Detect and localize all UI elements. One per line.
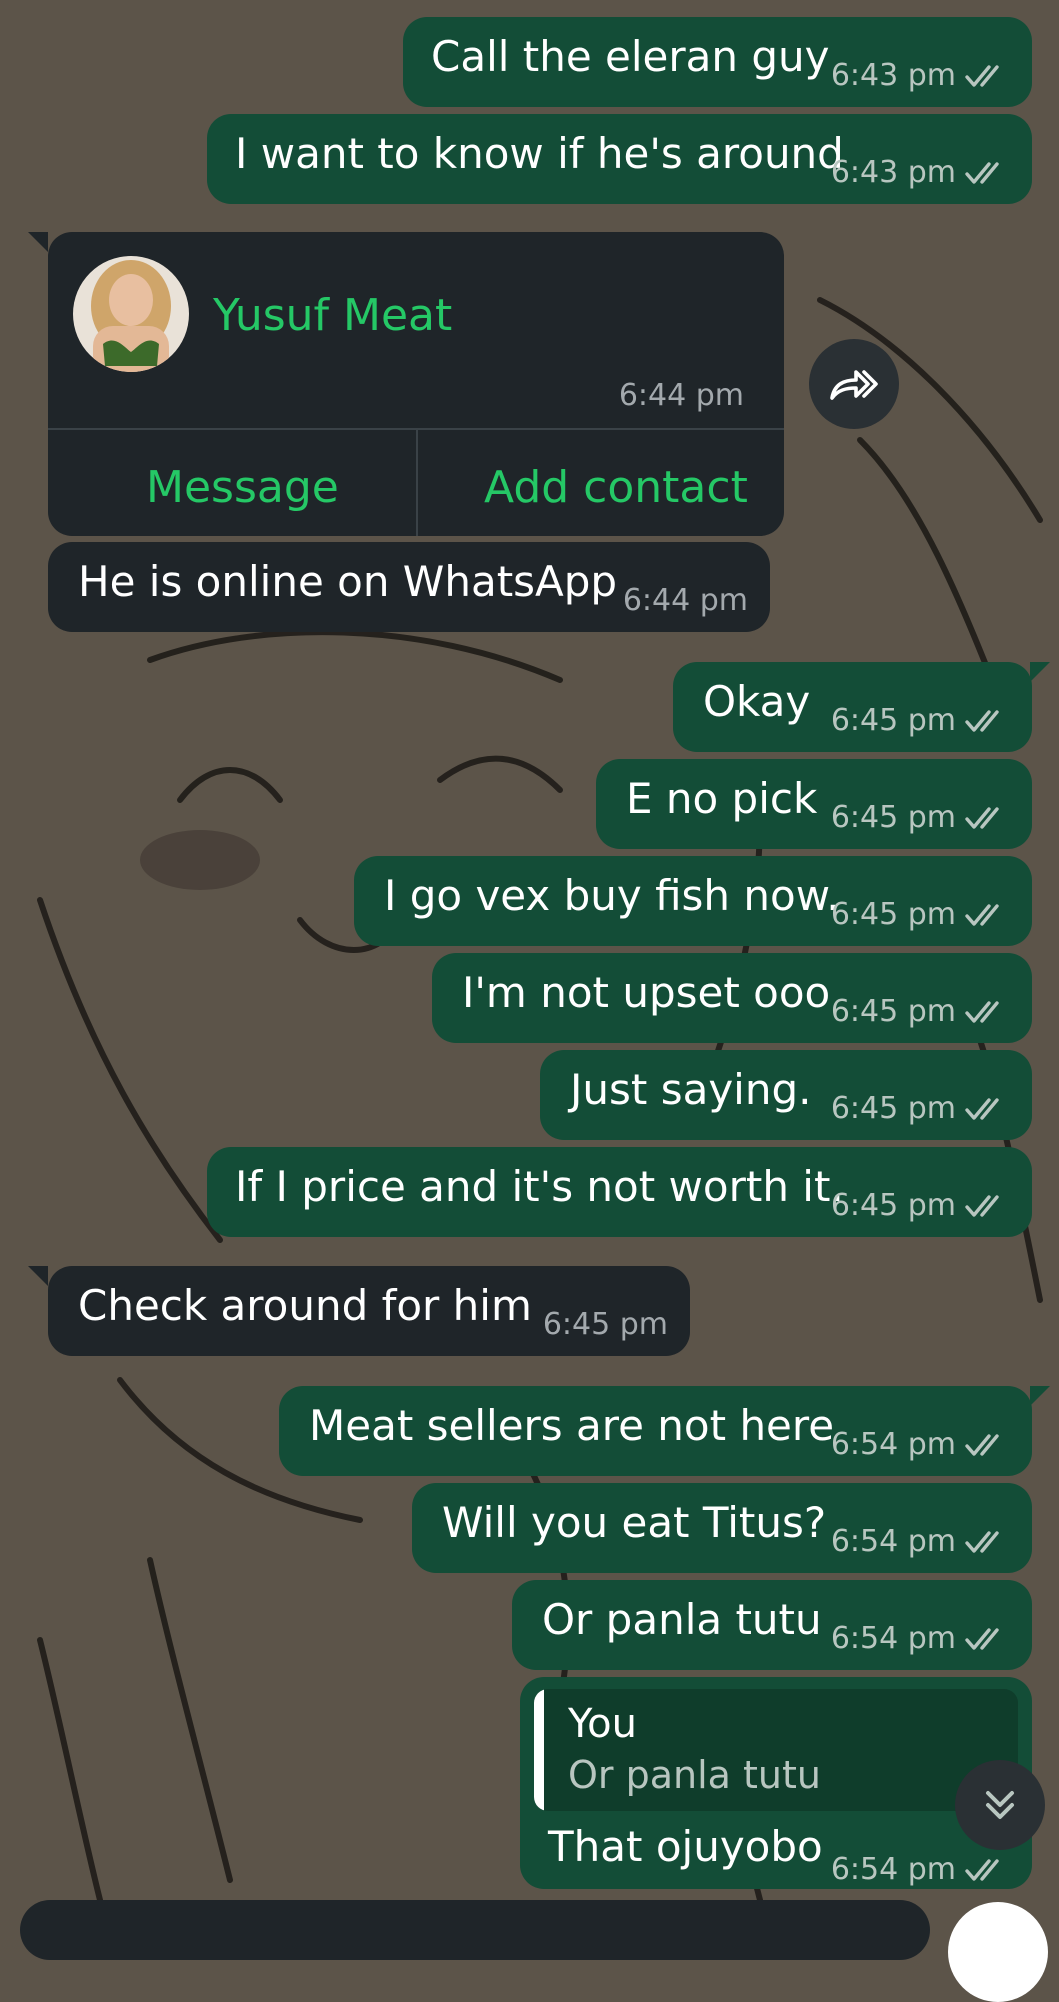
message-time: 6:43 pm (830, 155, 956, 190)
message-time: 6:54 pm (830, 1427, 956, 1462)
message-outgoing[interactable]: Okay 6:45 pm (673, 662, 1050, 752)
message-outgoing[interactable]: Call the eleran guy 6:43 pm (403, 17, 1032, 107)
double-check-icon (965, 64, 999, 87)
message-outgoing[interactable]: Or panla tutu 6:54 pm (512, 1580, 1032, 1670)
message-time: 6:45 pm (830, 897, 956, 932)
double-check-icon (965, 903, 999, 926)
message-time: 6:45 pm (830, 1188, 956, 1223)
add-contact-button[interactable]: Add contact (484, 462, 748, 513)
quote-author: You (568, 1701, 637, 1747)
message-input-bar[interactable] (20, 1900, 930, 1960)
scroll-to-bottom-button[interactable] (955, 1760, 1045, 1850)
message-time: 6:44 pm (622, 583, 748, 618)
message-time: 6:45 pm (542, 1307, 668, 1342)
double-check-icon (965, 1433, 999, 1456)
message-reply[interactable]: You Or panla tutu That ojuyobo 6:54 pm (520, 1677, 1032, 1889)
message-time: 6:54 pm (830, 1852, 956, 1887)
contact-name: Yusuf Meat (213, 290, 453, 341)
message-time: 6:54 pm (830, 1524, 956, 1559)
message-incoming[interactable]: He is online on WhatsApp 6:44 pm (48, 542, 770, 632)
contact-card[interactable]: Yusuf Meat 6:44 pm Message Add contact (28, 232, 784, 536)
message-outgoing[interactable]: I want to know if he's around 6:43 pm (207, 114, 1032, 204)
message-outgoing[interactable]: I'm not upset ooo 6:45 pm (432, 953, 1032, 1043)
double-check-icon (965, 1000, 999, 1023)
message-incoming[interactable]: Check around for him 6:45 pm (28, 1266, 690, 1356)
message-outgoing[interactable]: I go vex buy fish now. 6:45 pm (354, 856, 1032, 946)
double-check-icon (965, 709, 999, 732)
forward-icon (830, 370, 878, 400)
message-time: 6:43 pm (830, 58, 956, 93)
divider (416, 430, 418, 536)
message-time: 6:45 pm (830, 800, 956, 835)
message-outgoing[interactable]: Just saying. 6:45 pm (540, 1050, 1032, 1140)
quote-text: Or panla tutu (568, 1753, 821, 1797)
double-check-icon (965, 161, 999, 184)
message-outgoing[interactable]: If I price and it's not worth it. 6:45 p… (207, 1147, 1032, 1237)
double-check-icon (965, 806, 999, 829)
double-check-icon (965, 1097, 999, 1120)
double-check-icon (965, 1194, 999, 1217)
contact-avatar[interactable] (73, 256, 189, 372)
message-time: 6:45 pm (830, 994, 956, 1029)
double-chevron-down-icon (986, 1791, 1014, 1819)
chat-thread: Call the eleran guy 6:43 pm I want to kn… (0, 0, 1059, 2002)
message-time: 6:45 pm (830, 1091, 956, 1126)
message-outgoing[interactable]: Will you eat Titus? 6:54 pm (412, 1483, 1032, 1573)
forward-button[interactable] (809, 339, 899, 429)
quoted-message[interactable]: You Or panla tutu (534, 1689, 1018, 1811)
message-outgoing[interactable]: Meat sellers are not here 6:54 pm (279, 1386, 1050, 1476)
message-time: 6:45 pm (830, 703, 956, 738)
message-time: 6:54 pm (830, 1621, 956, 1656)
double-check-icon (965, 1627, 999, 1650)
double-check-icon (965, 1530, 999, 1553)
quote-bar (534, 1689, 544, 1811)
message-time: 6:44 pm (618, 378, 744, 413)
send-button[interactable] (948, 1902, 1048, 2002)
message-outgoing[interactable]: E no pick 6:45 pm (596, 759, 1032, 849)
double-check-icon (965, 1858, 999, 1881)
message-contact-button[interactable]: Message (146, 462, 339, 513)
